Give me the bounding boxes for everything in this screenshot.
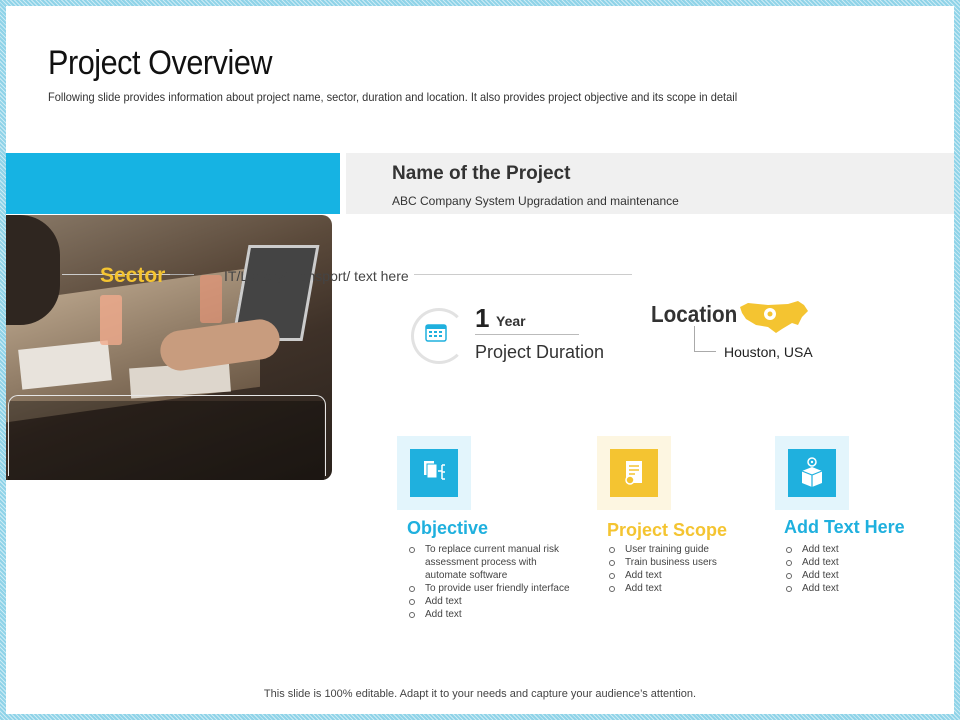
duration-number: 1 (475, 303, 490, 333)
location-connector-horizontal (694, 351, 716, 352)
accent-bar (6, 153, 340, 214)
project-name-box: Name of the Project ABC Company System U… (346, 153, 954, 214)
list-item: Add text (784, 556, 924, 569)
list-item: Add text (784, 582, 924, 595)
objective-list: To replace current manual risk assessmen… (407, 543, 577, 621)
location-label: Location (651, 301, 738, 327)
sector-label: Sector (100, 264, 166, 287)
objective-card-icon-bg (397, 436, 471, 510)
box-target-icon (788, 449, 836, 497)
list-item: Add text (784, 569, 924, 582)
list-item: Add text (607, 582, 767, 595)
list-item: To replace current manual risk assessmen… (407, 543, 577, 582)
list-item: Train business users (607, 556, 767, 569)
project-name-description: ABC Company System Upgradation and maint… (392, 194, 679, 208)
page-title: Project Overview (48, 44, 273, 82)
duration-divider (475, 334, 579, 335)
list-item: Add text (784, 543, 924, 556)
page-subtitle: Following slide provides information abo… (48, 90, 738, 104)
sector-value: IT/Library/Transport/ text here (224, 268, 409, 284)
scope-title: Project Scope (607, 520, 728, 540)
duration-unit: Year (496, 313, 526, 329)
extra-title: Add Text Here (784, 517, 905, 537)
duration-label: Project Duration (475, 342, 605, 362)
objective-title: Objective (407, 518, 489, 538)
location-value: Houston, USA (724, 344, 813, 360)
project-name-heading: Name of the Project (392, 163, 571, 184)
scope-list: User training guide Train business users… (607, 543, 767, 595)
list-item: Add text (607, 569, 767, 582)
footer-note: This slide is 100% editable. Adapt it to… (263, 688, 697, 700)
list-item: Add text (407, 608, 577, 621)
sector-connector-right (414, 274, 632, 275)
slide: Project Overview Following slide provide… (6, 6, 954, 714)
list-item: Add text (407, 595, 577, 608)
extra-list: Add text Add text Add text Add text (784, 543, 924, 595)
list-item: To provide user friendly interface (407, 582, 577, 595)
calendar-icon (425, 324, 447, 342)
extra-card-icon-bg (775, 436, 849, 510)
usa-map-icon (740, 301, 808, 333)
location-connector-vertical (694, 326, 695, 351)
photo-frame (8, 395, 326, 476)
document-flow-icon (410, 449, 458, 497)
sector-connector-mid (170, 274, 194, 275)
list-item: User training guide (607, 543, 767, 556)
document-gear-icon (610, 449, 658, 497)
scope-card-icon-bg (597, 436, 671, 510)
